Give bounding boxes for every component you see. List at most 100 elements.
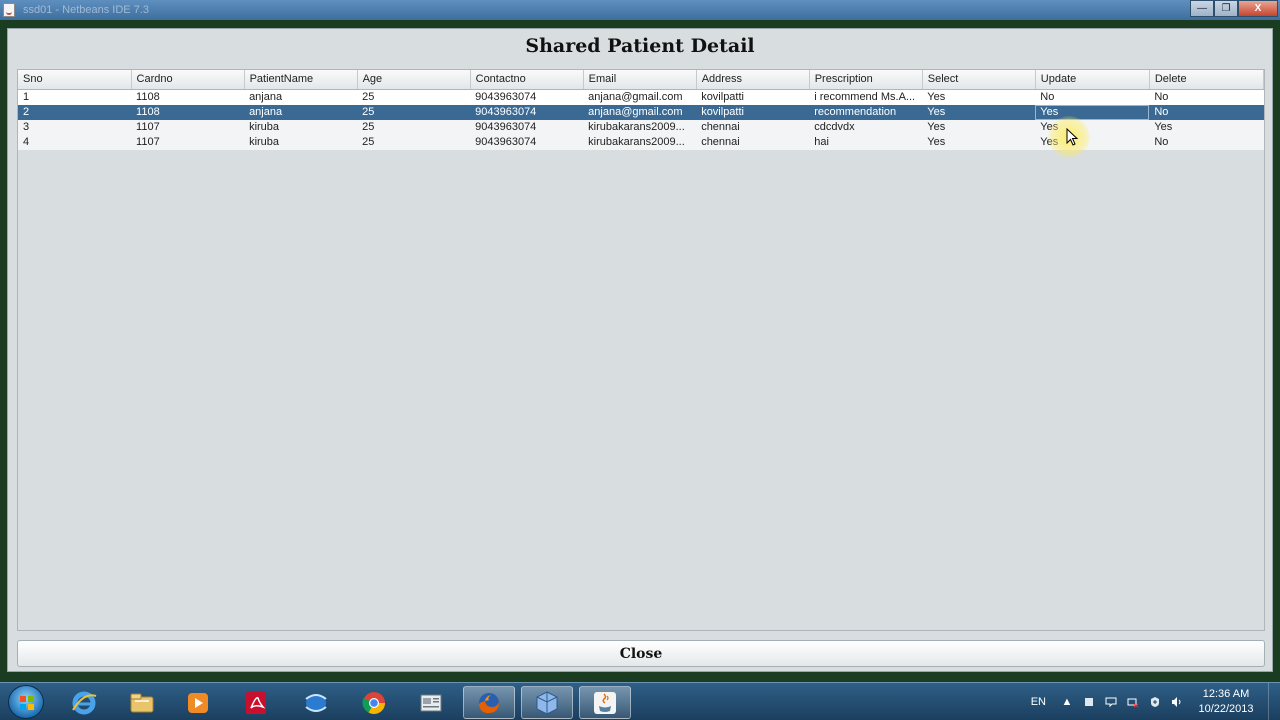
clock-time: 12:36 AM bbox=[1202, 688, 1250, 700]
cell-email[interactable]: kirubakarans2009... bbox=[583, 135, 696, 150]
column-header-cardno[interactable]: Cardno bbox=[131, 70, 245, 90]
start-button[interactable] bbox=[8, 685, 44, 719]
action-center-icon[interactable] bbox=[1104, 695, 1118, 709]
cell-prescription[interactable]: cdcdvdx bbox=[809, 120, 922, 135]
cell-patientname[interactable]: kiruba bbox=[244, 120, 357, 135]
table-row[interactable]: 4 1107 kiruba 25 9043963074 kirubakarans… bbox=[18, 134, 1264, 150]
java-icon bbox=[594, 691, 616, 714]
cell-select[interactable]: Yes bbox=[922, 105, 1035, 120]
cell-age[interactable]: 25 bbox=[357, 120, 470, 135]
cell-contactno[interactable]: 9043963074 bbox=[470, 120, 583, 135]
cell-update[interactable]: Yes bbox=[1035, 120, 1149, 135]
cell-update[interactable]: No bbox=[1035, 89, 1149, 105]
cell-age[interactable]: 25 bbox=[357, 89, 470, 105]
cell-delete[interactable]: Yes bbox=[1149, 120, 1263, 135]
close-button[interactable]: Close bbox=[17, 640, 1265, 667]
cell-contactno[interactable]: 9043963074 bbox=[470, 89, 583, 105]
network-status-icon[interactable] bbox=[1126, 695, 1140, 709]
table-row[interactable]: 1 1108 anjana 25 9043963074 anjana@gmail… bbox=[18, 89, 1264, 105]
bluetooth-icon[interactable] bbox=[1082, 695, 1096, 709]
show-hidden-icons-icon[interactable]: ▲ bbox=[1060, 695, 1074, 709]
document-viewer-icon bbox=[420, 694, 442, 711]
cell-select[interactable]: Yes bbox=[922, 120, 1035, 135]
cell-sno[interactable]: 1 bbox=[18, 89, 131, 105]
cell-patientname[interactable]: anjana bbox=[244, 89, 357, 105]
column-header-update[interactable]: Update bbox=[1035, 70, 1150, 90]
taskbar-item-ie[interactable] bbox=[58, 686, 110, 719]
column-header-email[interactable]: Email bbox=[583, 70, 697, 90]
patient-table: Sno Cardno PatientName Age Contactno Ema… bbox=[18, 70, 1265, 150]
page-title: Shared Patient Detail bbox=[525, 35, 755, 57]
show-desktop-button[interactable] bbox=[1268, 683, 1280, 720]
cell-prescription[interactable]: i recommend Ms.A... bbox=[809, 89, 922, 105]
taskbar-item-adobe[interactable] bbox=[230, 686, 282, 719]
security-icon[interactable] bbox=[1148, 695, 1162, 709]
table-row[interactable]: 3 1107 kiruba 25 9043963074 kirubakarans… bbox=[18, 119, 1264, 135]
column-header-patientname[interactable]: PatientName bbox=[244, 70, 358, 90]
column-header-select[interactable]: Select bbox=[922, 70, 1036, 90]
cell-address[interactable]: kovilpatti bbox=[696, 89, 809, 105]
taskbar-item-firefox[interactable] bbox=[463, 686, 515, 719]
volume-icon[interactable] bbox=[1170, 695, 1184, 709]
cell-sno[interactable]: 2 bbox=[18, 105, 131, 120]
cell-patientname[interactable]: anjana bbox=[244, 105, 357, 120]
taskbar-item-chrome[interactable] bbox=[348, 686, 400, 719]
cell-cardno[interactable]: 1108 bbox=[131, 105, 244, 120]
column-header-sno[interactable]: Sno bbox=[18, 70, 132, 90]
column-header-age[interactable]: Age bbox=[357, 70, 471, 90]
cell-select[interactable]: Yes bbox=[922, 135, 1035, 150]
cell-cardno[interactable]: 1108 bbox=[131, 89, 244, 105]
clock[interactable]: 12:36 AM 10/22/2013 bbox=[1192, 687, 1260, 717]
column-header-address[interactable]: Address bbox=[696, 70, 810, 90]
taskbar-item-media[interactable] bbox=[172, 686, 224, 719]
cell-address[interactable]: chennai bbox=[696, 120, 809, 135]
close-window-button[interactable]: X bbox=[1238, 0, 1278, 17]
file-explorer-icon bbox=[130, 693, 154, 712]
cell-email[interactable]: anjana@gmail.com bbox=[583, 105, 696, 120]
cell-update[interactable]: Yes bbox=[1035, 135, 1149, 150]
system-tray: EN ▲ 12:36 AM 10/22/2013 bbox=[1031, 683, 1280, 720]
taskbar-item-network[interactable] bbox=[290, 686, 342, 719]
cell-address[interactable]: chennai bbox=[696, 135, 809, 150]
cell-contactno[interactable]: 9043963074 bbox=[470, 135, 583, 150]
chrome-icon bbox=[362, 691, 385, 714]
cell-delete[interactable]: No bbox=[1149, 89, 1263, 105]
cell-patientname[interactable]: kiruba bbox=[244, 135, 357, 150]
window-caption: ssd01 - Netbeans IDE 7.3 bbox=[23, 4, 149, 16]
virtualbox-icon bbox=[536, 690, 558, 715]
language-indicator[interactable]: EN bbox=[1031, 696, 1046, 708]
cell-email[interactable]: kirubakarans2009... bbox=[583, 120, 696, 135]
taskbar-item-viewer[interactable] bbox=[405, 686, 457, 719]
cell-sno[interactable]: 4 bbox=[18, 135, 131, 150]
taskbar-item-java[interactable] bbox=[579, 686, 631, 719]
cell-prescription[interactable]: recommendation bbox=[809, 105, 922, 120]
network-icon bbox=[305, 693, 327, 712]
taskbar-item-explorer[interactable] bbox=[116, 686, 168, 719]
table-row-selected[interactable]: 2 1108 anjana 25 9043963074 anjana@gmail… bbox=[18, 104, 1264, 120]
cell-email[interactable]: anjana@gmail.com bbox=[583, 89, 696, 105]
patient-table-container[interactable]: Sno Cardno PatientName Age Contactno Ema… bbox=[17, 69, 1265, 631]
maximize-button[interactable]: ❐ bbox=[1214, 0, 1238, 17]
cell-address[interactable]: kovilpatti bbox=[696, 105, 809, 120]
column-header-prescription[interactable]: Prescription bbox=[809, 70, 923, 90]
internet-explorer-icon bbox=[72, 691, 97, 714]
firefox-icon bbox=[479, 692, 499, 713]
table-header-row: Sno Cardno PatientName Age Contactno Ema… bbox=[18, 70, 1265, 90]
main-window: Shared Patient Detail Sno Cardno Patient… bbox=[7, 28, 1273, 672]
taskbar-item-virtualbox[interactable] bbox=[521, 686, 573, 719]
cell-delete[interactable]: No bbox=[1149, 135, 1263, 150]
cell-sno[interactable]: 3 bbox=[18, 120, 131, 135]
column-header-contactno[interactable]: Contactno bbox=[470, 70, 584, 90]
cell-update-focused[interactable]: Yes bbox=[1035, 104, 1150, 120]
minimize-button[interactable]: — bbox=[1190, 0, 1214, 17]
column-header-delete[interactable]: Delete bbox=[1149, 70, 1265, 90]
cell-prescription[interactable]: hai bbox=[809, 135, 922, 150]
cell-age[interactable]: 25 bbox=[357, 135, 470, 150]
cell-cardno[interactable]: 1107 bbox=[131, 120, 244, 135]
cell-select[interactable]: Yes bbox=[922, 89, 1035, 105]
cell-age[interactable]: 25 bbox=[357, 105, 470, 120]
title-bar: ssd01 - Netbeans IDE 7.3 — ❐ X bbox=[0, 0, 1280, 20]
cell-contactno[interactable]: 9043963074 bbox=[470, 105, 583, 120]
cell-cardno[interactable]: 1107 bbox=[131, 135, 244, 150]
cell-delete[interactable]: No bbox=[1149, 105, 1263, 120]
